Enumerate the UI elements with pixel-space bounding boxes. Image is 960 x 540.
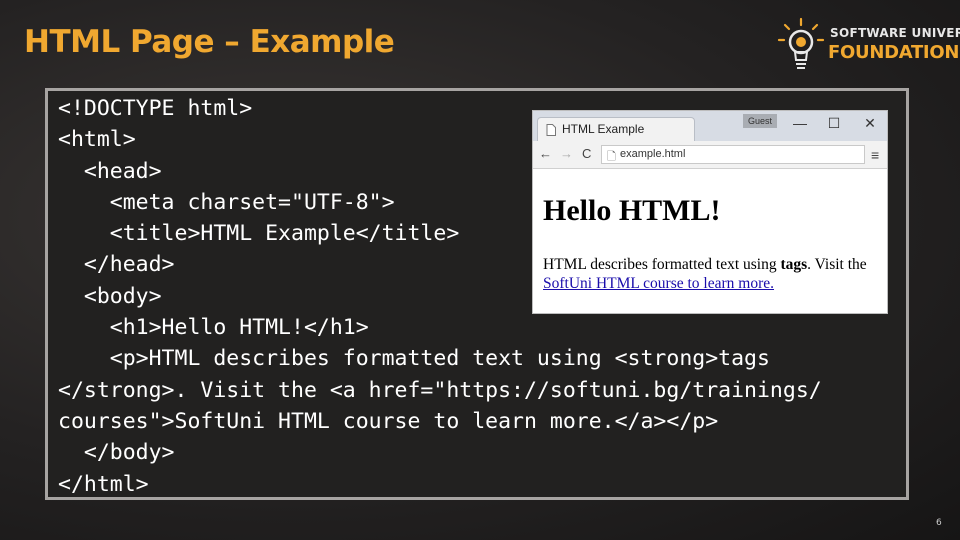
logo-line2: FOUNDATION: [828, 42, 960, 63]
slide-title: HTML Page – Example: [24, 24, 395, 60]
browser-titlebar: HTML Example Guest — ☐ ✕: [533, 111, 887, 141]
code-line: <p>HTML describes formatted text using <…: [58, 346, 770, 372]
para-text: HTML describes formatted text using: [543, 256, 781, 273]
page-icon: [546, 124, 556, 136]
forward-icon[interactable]: →: [560, 146, 573, 161]
page-heading: Hello HTML!: [543, 194, 721, 227]
browser-toolbar: ← → C 🗋 example.html ≡: [533, 141, 887, 169]
code-line: </strong>. Visit the <a href="https://so…: [58, 377, 822, 403]
code-line: <h1>Hello HTML!</h1>: [58, 315, 369, 341]
page-info-icon: 🗋: [607, 151, 616, 163]
minimize-button[interactable]: —: [789, 115, 811, 131]
back-icon[interactable]: ←: [539, 146, 552, 161]
maximize-button[interactable]: ☐: [823, 115, 845, 132]
browser-tab[interactable]: HTML Example: [537, 117, 695, 141]
menu-icon[interactable]: ≡: [871, 147, 879, 163]
address-text: example.html: [620, 148, 686, 160]
page-paragraph: HTML describes formatted text using tags…: [543, 255, 883, 293]
code-line: </html>: [58, 471, 149, 497]
lightbulb-icon: [777, 17, 825, 69]
para-text: . Visit the: [807, 256, 867, 273]
close-button[interactable]: ✕: [859, 115, 881, 132]
tab-title: HTML Example: [562, 122, 645, 136]
logo-line1: SOFTWARE UNIVERSITY: [830, 26, 960, 40]
browser-window: HTML Example Guest — ☐ ✕ ← → C 🗋 example…: [532, 110, 888, 314]
address-bar[interactable]: 🗋 example.html: [601, 145, 865, 164]
guest-badge[interactable]: Guest: [743, 114, 777, 128]
softuni-link[interactable]: SoftUni HTML course to learn more.: [543, 275, 774, 292]
softuni-logo: SOFTWARE UNIVERSITY FOUNDATION: [776, 16, 960, 74]
para-strong: tags: [780, 256, 808, 273]
code-line: courses">SoftUni HTML course to learn mo…: [58, 408, 719, 434]
page-number: 6: [936, 518, 942, 528]
reload-icon[interactable]: C: [582, 146, 591, 161]
code-line: </body>: [58, 440, 175, 466]
